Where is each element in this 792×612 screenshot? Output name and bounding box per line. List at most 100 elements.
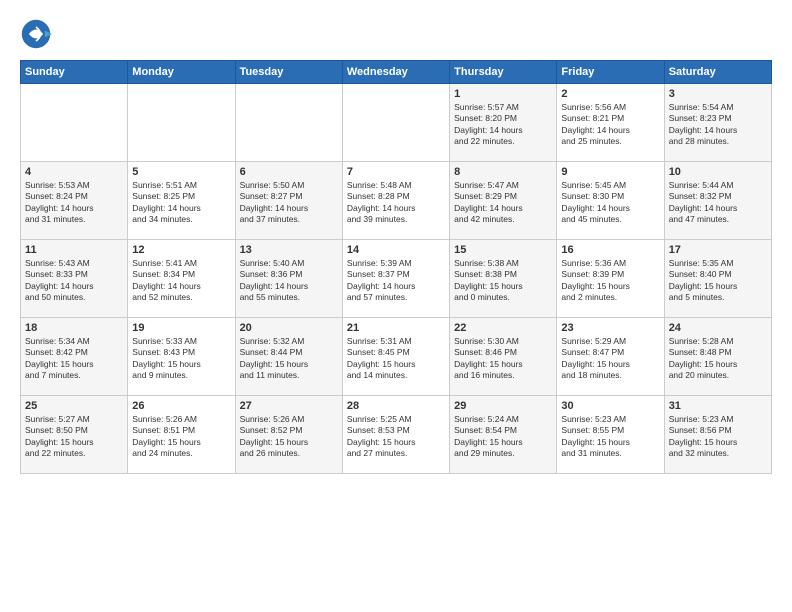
calendar-week-5: 25Sunrise: 5:27 AM Sunset: 8:50 PM Dayli… (21, 396, 772, 474)
calendar-week-1: 1 Sunrise: 5:57 AM Sunset: 8:20 PM Daylig… (21, 84, 772, 162)
day-info: Sunrise: 5:51 AM Sunset: 8:25 PM Dayligh… (132, 180, 230, 226)
calendar-cell: 29Sunrise: 5:24 AM Sunset: 8:54 PM Dayli… (450, 396, 557, 474)
calendar-cell: 24 Sunrise: 5:28 AM Sunset: 8:48 PM Dayli… (664, 318, 771, 396)
day-number: 24 (669, 322, 767, 334)
day-number: 3 (669, 88, 767, 100)
day-info: Sunrise: 5:35 AM Sunset: 8:40 PM Dayligh… (669, 258, 767, 304)
calendar-week-3: 11 Sunrise: 5:43 AM Sunset: 8:33 PM Dayli… (21, 240, 772, 318)
day-number: 5 (132, 166, 230, 178)
day-number: 20 (240, 322, 338, 334)
day-number: 1 (454, 88, 552, 100)
day-number: 28 (347, 400, 445, 412)
day-number: 11 (25, 244, 123, 256)
logo-icon (20, 18, 52, 50)
calendar-week-4: 18Sunrise: 5:34 AM Sunset: 8:42 PM Dayli… (21, 318, 772, 396)
day-number: 18 (25, 322, 123, 334)
calendar-cell: 20 Sunrise: 5:32 AM Sunset: 8:44 PM Dayli… (235, 318, 342, 396)
day-info: Sunrise: 5:32 AM Sunset: 8:44 PM Dayligh… (240, 336, 338, 382)
calendar-cell: 7 Sunrise: 5:48 AM Sunset: 8:28 PM Daylig… (342, 162, 449, 240)
day-number: 6 (240, 166, 338, 178)
day-info: Sunrise: 5:29 AM Sunset: 8:47 PM Dayligh… (561, 336, 659, 382)
calendar-cell: 15 Sunrise: 5:38 AM Sunset: 8:38 PM Dayli… (450, 240, 557, 318)
calendar-cell (342, 84, 449, 162)
weekday-header-saturday: Saturday (664, 61, 771, 84)
day-info: Sunrise: 5:24 AM Sunset: 8:54 PM Dayligh… (454, 414, 552, 460)
day-number: 12 (132, 244, 230, 256)
day-info: Sunrise: 5:26 AM Sunset: 8:52 PM Dayligh… (240, 414, 338, 460)
calendar-cell (235, 84, 342, 162)
day-number: 31 (669, 400, 767, 412)
day-info: Sunrise: 5:26 AM Sunset: 8:51 PM Dayligh… (132, 414, 230, 460)
calendar-table: SundayMondayTuesdayWednesdayThursdayFrid… (20, 60, 772, 474)
day-info: Sunrise: 5:45 AM Sunset: 8:30 PM Dayligh… (561, 180, 659, 226)
calendar-cell: 3 Sunrise: 5:54 AM Sunset: 8:23 PM Daylig… (664, 84, 771, 162)
calendar-page: SundayMondayTuesdayWednesdayThursdayFrid… (0, 0, 792, 612)
day-info: Sunrise: 5:41 AM Sunset: 8:34 PM Dayligh… (132, 258, 230, 304)
calendar-cell (21, 84, 128, 162)
day-number: 16 (561, 244, 659, 256)
calendar-cell: 13 Sunrise: 5:40 AM Sunset: 8:36 PM Dayli… (235, 240, 342, 318)
day-info: Sunrise: 5:50 AM Sunset: 8:27 PM Dayligh… (240, 180, 338, 226)
day-info: Sunrise: 5:23 AM Sunset: 8:55 PM Dayligh… (561, 414, 659, 460)
day-info: Sunrise: 5:36 AM Sunset: 8:39 PM Dayligh… (561, 258, 659, 304)
calendar-cell: 21 Sunrise: 5:31 AM Sunset: 8:45 PM Dayli… (342, 318, 449, 396)
day-number: 2 (561, 88, 659, 100)
day-info: Sunrise: 5:28 AM Sunset: 8:48 PM Dayligh… (669, 336, 767, 382)
calendar-cell: 10 Sunrise: 5:44 AM Sunset: 8:32 PM Dayli… (664, 162, 771, 240)
weekday-header-tuesday: Tuesday (235, 61, 342, 84)
calendar-week-2: 4Sunrise: 5:53 AM Sunset: 8:24 PM Daylig… (21, 162, 772, 240)
day-number: 10 (669, 166, 767, 178)
calendar-cell: 19Sunrise: 5:33 AM Sunset: 8:43 PM Dayli… (128, 318, 235, 396)
day-number: 17 (669, 244, 767, 256)
calendar-cell: 2 Sunrise: 5:56 AM Sunset: 8:21 PM Daylig… (557, 84, 664, 162)
day-number: 30 (561, 400, 659, 412)
day-info: Sunrise: 5:47 AM Sunset: 8:29 PM Dayligh… (454, 180, 552, 226)
day-info: Sunrise: 5:43 AM Sunset: 8:33 PM Dayligh… (25, 258, 123, 304)
day-number: 7 (347, 166, 445, 178)
calendar-cell: 18Sunrise: 5:34 AM Sunset: 8:42 PM Dayli… (21, 318, 128, 396)
calendar-cell: 9Sunrise: 5:45 AM Sunset: 8:30 PM Daylig… (557, 162, 664, 240)
day-number: 4 (25, 166, 123, 178)
day-number: 23 (561, 322, 659, 334)
day-info: Sunrise: 5:38 AM Sunset: 8:38 PM Dayligh… (454, 258, 552, 304)
day-number: 27 (240, 400, 338, 412)
calendar-cell: 26 Sunrise: 5:26 AM Sunset: 8:51 PM Dayli… (128, 396, 235, 474)
calendar-cell: 22Sunrise: 5:30 AM Sunset: 8:46 PM Dayli… (450, 318, 557, 396)
day-number: 26 (132, 400, 230, 412)
day-info: Sunrise: 5:56 AM Sunset: 8:21 PM Dayligh… (561, 102, 659, 148)
day-number: 8 (454, 166, 552, 178)
header (20, 18, 772, 50)
calendar-cell: 30 Sunrise: 5:23 AM Sunset: 8:55 PM Dayli… (557, 396, 664, 474)
logo (20, 18, 56, 50)
calendar-cell: 1 Sunrise: 5:57 AM Sunset: 8:20 PM Daylig… (450, 84, 557, 162)
calendar-header: SundayMondayTuesdayWednesdayThursdayFrid… (21, 61, 772, 84)
day-info: Sunrise: 5:48 AM Sunset: 8:28 PM Dayligh… (347, 180, 445, 226)
day-number: 15 (454, 244, 552, 256)
day-info: Sunrise: 5:44 AM Sunset: 8:32 PM Dayligh… (669, 180, 767, 226)
calendar-cell (128, 84, 235, 162)
weekday-header-thursday: Thursday (450, 61, 557, 84)
day-info: Sunrise: 5:27 AM Sunset: 8:50 PM Dayligh… (25, 414, 123, 460)
day-info: Sunrise: 5:31 AM Sunset: 8:45 PM Dayligh… (347, 336, 445, 382)
day-info: Sunrise: 5:54 AM Sunset: 8:23 PM Dayligh… (669, 102, 767, 148)
weekday-header-monday: Monday (128, 61, 235, 84)
day-info: Sunrise: 5:23 AM Sunset: 8:56 PM Dayligh… (669, 414, 767, 460)
day-info: Sunrise: 5:57 AM Sunset: 8:20 PM Dayligh… (454, 102, 552, 148)
day-info: Sunrise: 5:39 AM Sunset: 8:37 PM Dayligh… (347, 258, 445, 304)
calendar-cell: 6 Sunrise: 5:50 AM Sunset: 8:27 PM Daylig… (235, 162, 342, 240)
calendar-cell: 4Sunrise: 5:53 AM Sunset: 8:24 PM Daylig… (21, 162, 128, 240)
calendar-cell: 28 Sunrise: 5:25 AM Sunset: 8:53 PM Dayli… (342, 396, 449, 474)
calendar-cell: 11 Sunrise: 5:43 AM Sunset: 8:33 PM Dayli… (21, 240, 128, 318)
calendar-cell: 16 Sunrise: 5:36 AM Sunset: 8:39 PM Dayli… (557, 240, 664, 318)
day-number: 14 (347, 244, 445, 256)
calendar-cell: 8 Sunrise: 5:47 AM Sunset: 8:29 PM Daylig… (450, 162, 557, 240)
calendar-cell: 14 Sunrise: 5:39 AM Sunset: 8:37 PM Dayli… (342, 240, 449, 318)
day-info: Sunrise: 5:25 AM Sunset: 8:53 PM Dayligh… (347, 414, 445, 460)
calendar-cell: 31 Sunrise: 5:23 AM Sunset: 8:56 PM Dayli… (664, 396, 771, 474)
day-info: Sunrise: 5:30 AM Sunset: 8:46 PM Dayligh… (454, 336, 552, 382)
weekday-header-wednesday: Wednesday (342, 61, 449, 84)
day-number: 21 (347, 322, 445, 334)
day-info: Sunrise: 5:40 AM Sunset: 8:36 PM Dayligh… (240, 258, 338, 304)
day-number: 13 (240, 244, 338, 256)
calendar-body: 1 Sunrise: 5:57 AM Sunset: 8:20 PM Daylig… (21, 84, 772, 474)
